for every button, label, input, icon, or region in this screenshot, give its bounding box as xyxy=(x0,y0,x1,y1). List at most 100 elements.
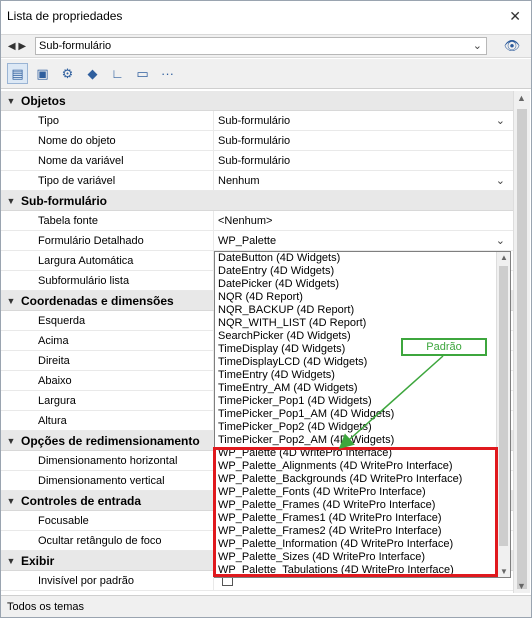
property-value[interactable]: WP_Palette ⌄ xyxy=(213,231,513,250)
property-label: Nome da variável xyxy=(38,154,124,167)
property-row[interactable]: Nome da variável Sub-formulário xyxy=(1,151,513,171)
property-label: Acima xyxy=(38,334,69,347)
dropdown-item[interactable]: DateButton (4D Widgets) xyxy=(215,252,510,265)
dropdown-item[interactable]: WP_Palette_Alignments (4D WritePro Inter… xyxy=(215,460,510,473)
theme-filter-label[interactable]: Todos os temas xyxy=(7,601,84,613)
dropdown-item[interactable]: TimeEntry (4D Widgets) xyxy=(215,369,510,382)
dropdown-item[interactable]: NQR (4D Report) xyxy=(215,291,510,304)
dropdown-item[interactable]: TimeDisplayLCD (4D Widgets) xyxy=(215,356,510,369)
property-label: Focusable xyxy=(38,514,89,527)
property-value[interactable]: Nenhum ⌄ xyxy=(213,171,513,190)
property-value[interactable]: Sub-formulário ⌄ xyxy=(213,111,513,130)
dropdown-item[interactable]: TimePicker_Pop1 (4D Widgets) xyxy=(215,395,510,408)
more-icon[interactable]: ··· xyxy=(157,63,178,84)
property-value-text: WP_Palette xyxy=(218,234,277,247)
dropdown-item[interactable]: TimePicker_Pop1_AM (4D Widgets) xyxy=(215,408,510,421)
dropdown-item[interactable]: WP_Palette_Frames (4D WritePro Interface… xyxy=(215,499,510,512)
property-label: Subformulário lista xyxy=(38,274,130,287)
property-label: Abaixo xyxy=(38,374,72,387)
dropdown-item[interactable]: NQR_BACKUP (4D Report) xyxy=(215,304,510,317)
property-row[interactable]: Tipo de variável Nenhum ⌄ xyxy=(1,171,513,191)
dropdown-item[interactable]: WP_Palette_Frames1 (4D WritePro Interfac… xyxy=(215,512,510,525)
collapse-icon[interactable]: ▼ xyxy=(1,96,21,106)
property-label: Tipo xyxy=(38,114,59,127)
scroll-up-icon[interactable]: ▲ xyxy=(517,93,526,103)
chevron-down-icon[interactable]: ⌄ xyxy=(496,234,505,247)
dropdown-item[interactable]: WP_Palette_Information (4D WritePro Inte… xyxy=(215,538,510,551)
collapse-icon[interactable]: ▼ xyxy=(1,296,21,306)
dropdown-item[interactable]: DateEntry (4D Widgets) xyxy=(215,265,510,278)
property-value[interactable]: Sub-formulário xyxy=(213,131,513,150)
title-bar: Lista de propriedades ✕ xyxy=(1,1,531,31)
object-selector-bar: ◀ ▶ Sub-formulário ⌄ 👁 xyxy=(1,34,531,58)
chart-icon[interactable]: ∟ xyxy=(107,63,128,84)
dropdown-item[interactable]: WP_Palette_Tabulations (4D WritePro Inte… xyxy=(215,564,510,577)
scroll-thumb[interactable] xyxy=(517,109,527,589)
grid-scrollbar[interactable]: ▲ ▼ xyxy=(513,91,530,593)
property-label: Altura xyxy=(38,414,67,427)
dropdown-item[interactable]: DatePicker (4D Widgets) xyxy=(215,278,510,291)
nav-arrows-icon[interactable]: ◀ ▶ xyxy=(5,41,29,52)
theme-toolbar: ▤ ▣ ⚙ ◆ ∟ ▭ ··· xyxy=(1,59,531,89)
property-label: Tabela fonte xyxy=(38,214,98,227)
property-value[interactable]: <Nenhum> xyxy=(213,211,513,230)
save-icon[interactable]: ▣ xyxy=(32,63,53,84)
close-icon[interactable]: ✕ xyxy=(509,8,521,25)
property-row[interactable]: Formulário Detalhado WP_Palette ⌄ xyxy=(1,231,513,251)
property-value[interactable]: Sub-formulário xyxy=(213,151,513,170)
monitor-icon[interactable]: ▭ xyxy=(132,63,153,84)
list-icon[interactable]: ▤ xyxy=(7,63,28,84)
section-title: Controles de entrada xyxy=(21,493,142,508)
window-title: Lista de propriedades xyxy=(7,9,123,23)
collapse-icon[interactable]: ▼ xyxy=(1,496,21,506)
eye-icon[interactable]: 👁 xyxy=(501,38,523,54)
dropdown-item[interactable]: TimeEntry_AM (4D Widgets) xyxy=(215,382,510,395)
property-value-text: Sub-formulário xyxy=(218,114,291,127)
property-row[interactable]: Nome do objeto Sub-formulário xyxy=(1,131,513,151)
collapse-icon[interactable]: ▼ xyxy=(1,436,21,446)
section-header[interactable]: ▼ Sub-formulário xyxy=(1,191,513,211)
dropdown-item[interactable]: TimePicker_Pop2 (4D Widgets) xyxy=(215,421,510,434)
scroll-down-icon[interactable]: ▼ xyxy=(517,581,526,591)
dropdown-scroll-thumb[interactable] xyxy=(499,266,508,546)
property-value-text: Nenhum xyxy=(218,174,260,187)
object-select-value: Sub-formulário xyxy=(39,40,112,52)
dropdown-item[interactable]: WP_Palette_Frames2 (4D WritePro Interfac… xyxy=(215,525,510,538)
property-label: Dimensionamento horizontal xyxy=(38,454,178,467)
property-list-window: Lista de propriedades ✕ ◀ ▶ Sub-formulár… xyxy=(0,0,532,618)
form-dropdown-list[interactable]: DateButton (4D Widgets) DateEntry (4D Wid… xyxy=(214,251,511,578)
object-select[interactable]: Sub-formulário ⌄ xyxy=(35,37,487,55)
property-label: Nome do objeto xyxy=(38,134,116,147)
section-title: Opções de redimensionamento xyxy=(21,433,200,448)
property-label: Ocultar retângulo de foco xyxy=(38,534,162,547)
dropdown-item[interactable]: TimePicker_Pop2_AM (4D Widgets) xyxy=(215,434,510,447)
collapse-icon[interactable]: ▼ xyxy=(1,556,21,566)
property-label: Esquerda xyxy=(38,314,86,327)
property-label: Dimensionamento vertical xyxy=(38,474,165,487)
property-label: Formulário Detalhado xyxy=(38,234,144,247)
shapes-icon[interactable]: ◆ xyxy=(82,63,103,84)
property-row[interactable]: Tabela fonte <Nenhum> xyxy=(1,211,513,231)
property-value-text: Sub-formulário xyxy=(218,154,291,167)
gear-icon[interactable]: ⚙ xyxy=(57,63,78,84)
dropdown-item[interactable]: NQR_WITH_LIST (4D Report) xyxy=(215,317,510,330)
chevron-down-icon[interactable]: ⌄ xyxy=(496,174,505,187)
status-bar: Todos os temas xyxy=(1,595,531,617)
section-header[interactable]: ▼ Objetos xyxy=(1,91,513,111)
dropdown-scroll-up-icon[interactable]: ▲ xyxy=(500,253,508,262)
chevron-down-icon: ⌄ xyxy=(472,40,482,52)
dropdown-item[interactable]: WP_Palette (4D WritePro Interface) xyxy=(215,447,510,460)
dropdown-item[interactable]: WP_Palette_Fonts (4D WritePro Interface) xyxy=(215,486,510,499)
property-label: Largura Automática xyxy=(38,254,134,267)
property-row[interactable]: Tipo Sub-formulário ⌄ xyxy=(1,111,513,131)
section-title: Sub-formulário xyxy=(21,193,107,208)
property-label: Largura xyxy=(38,394,76,407)
section-title: Objetos xyxy=(21,93,66,108)
dropdown-scrollbar[interactable]: ▲ ▼ xyxy=(496,252,510,577)
chevron-down-icon[interactable]: ⌄ xyxy=(496,114,505,127)
dropdown-item[interactable]: WP_Palette_Sizes (4D WritePro Interface) xyxy=(215,551,510,564)
dropdown-scroll-down-icon[interactable]: ▼ xyxy=(500,567,508,576)
dropdown-item[interactable]: WP_Palette_Backgrounds (4D WritePro Inte… xyxy=(215,473,510,486)
collapse-icon[interactable]: ▼ xyxy=(1,196,21,206)
property-value-text: <Nenhum> xyxy=(218,214,273,227)
